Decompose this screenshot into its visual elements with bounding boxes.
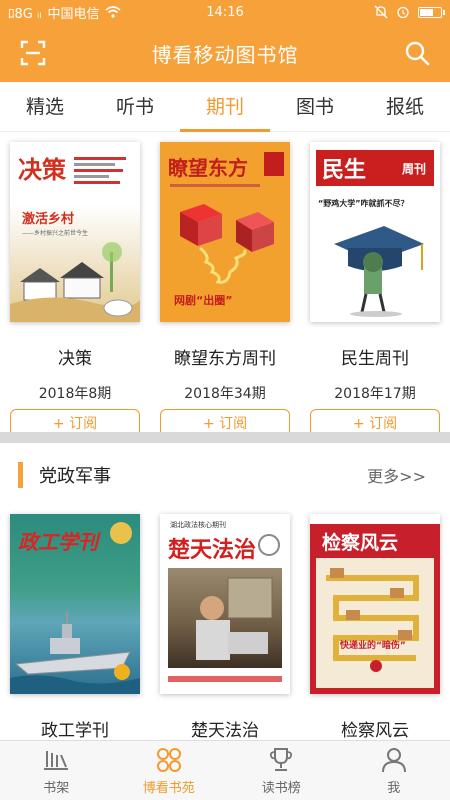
cover-emblem (258, 534, 280, 556)
cover-issue-badge (114, 664, 130, 680)
cover-line (170, 184, 260, 187)
section-magazine-grid: 政工学刊 政工学刊 湖北政法核心期刊 楚天法治 楚天法治 检察风云 快递业的“暗… (0, 514, 450, 741)
cover-title: 政工学刊 (18, 530, 98, 554)
status-bar: ﾛ8G ᵢₗ 中国电信 14:16 (0, 0, 450, 24)
cover-emblem (110, 522, 132, 544)
magazine-name[interactable]: 决策 (58, 344, 92, 369)
clover-icon (156, 748, 181, 772)
magazine-issue: 2018年17期 (334, 386, 416, 402)
nav-reading-ranking[interactable]: 读书榜 (225, 741, 338, 800)
search-icon[interactable] (404, 40, 430, 66)
cover-title: 民生 (322, 158, 367, 183)
magazine-card[interactable]: 瞭望东方 网剧“出圈” 瞭望东方周刊 2018年34期 + 订阅 (160, 142, 290, 437)
magazine-cover[interactable]: 政工学刊 (10, 514, 140, 694)
cover-title: 瞭望东方 (168, 156, 248, 180)
cover-headline: “野鸡大学”咋就抓不尽？ (318, 199, 409, 208)
cover-header: 湖北政法核心期刊 (170, 521, 226, 529)
section-title: 党政军事 (39, 466, 111, 487)
cover-top-strip (310, 514, 440, 524)
carrier-name: 中国电信 (47, 6, 100, 22)
person-icon (381, 748, 406, 773)
more-link[interactable]: 更多>> (367, 463, 426, 487)
section-divider (0, 432, 450, 443)
cover-headline: 激活乡村 (22, 212, 75, 227)
alarm-icon (397, 6, 409, 19)
nav-bookshelf[interactable]: 书架 (0, 741, 113, 800)
officer-illustration (196, 577, 273, 660)
featured-magazine-grid: 决策 激活乡村 ——乡村振兴之前世今生 决策 2018年8期 + 订阅 瞭望东方… (0, 142, 450, 437)
section-accent-bar (18, 462, 23, 488)
tab-periodicals[interactable]: 期刊 (180, 82, 270, 132)
magazine-card[interactable]: 湖北政法核心期刊 楚天法治 楚天法治 (160, 514, 290, 741)
nav-bokan-library[interactable]: 博看书苑 (113, 741, 226, 800)
cover-issue-box (264, 152, 284, 176)
bookshelf-icon (44, 751, 69, 770)
signal-indicator: ﾛ8G ᵢₗ (8, 6, 42, 22)
app-bar: 博看移动图书馆 (0, 24, 450, 82)
cover-title: 决策 (18, 156, 66, 184)
delivery-illustration (326, 568, 419, 672)
nav-label: 我 (387, 781, 401, 796)
magazine-issue: 2018年8期 (38, 386, 112, 402)
cover-badge: 周刊 (401, 162, 426, 176)
cover-panel (316, 558, 434, 688)
section-header: 党政军事 更多>> (0, 443, 450, 507)
cover-bottom-line (168, 676, 282, 682)
nav-label: 书架 (43, 781, 70, 796)
cover-title: 检察风云 (322, 532, 399, 554)
tab-newspapers[interactable]: 报纸 (360, 82, 450, 132)
wifi-icon (105, 6, 122, 18)
tab-audiobooks[interactable]: 听书 (90, 82, 180, 132)
magazine-cover[interactable]: 检察风云 快递业的“暗伤” (310, 514, 440, 694)
magazine-card[interactable]: 检察风云 快递业的“暗伤” 检察风云 (310, 514, 440, 741)
cover-headline: 快递业的“暗伤” (340, 641, 406, 651)
magazine-name[interactable]: 政工学刊 (41, 716, 109, 741)
magazine-cover[interactable]: 湖北政法核心期刊 楚天法治 (160, 514, 290, 694)
cover-photo (168, 568, 282, 668)
magazine-name[interactable]: 民生周刊 (341, 344, 409, 369)
cover-lines (74, 154, 132, 187)
magazine-card[interactable]: 政工学刊 政工学刊 (10, 514, 140, 741)
magazine-cover[interactable]: 瞭望东方 网剧“出圈” (160, 142, 290, 322)
cover-title: 楚天法治 (168, 538, 257, 563)
nav-me[interactable]: 我 (338, 741, 450, 800)
magazine-card[interactable]: 民生 周刊 “野鸡大学”咋就抓不尽？ 民生周刊 2018年17期 + 订阅 (310, 142, 440, 437)
app-title: 博看移动图书馆 (151, 42, 299, 67)
magazine-issue: 2018年34期 (184, 386, 266, 402)
trophy-icon (270, 748, 293, 771)
magazine-cover[interactable]: 民生 周刊 “野鸡大学”咋就抓不尽？ (310, 142, 440, 322)
cube-illustration (180, 204, 274, 284)
tab-featured[interactable]: 精选 (0, 82, 90, 132)
magazine-card[interactable]: 决策 激活乡村 ——乡村振兴之前世今生 决策 2018年8期 + 订阅 (10, 142, 140, 437)
cover-headline: 网剧“出圈” (174, 294, 233, 307)
magazine-name[interactable]: 瞭望东方周刊 (174, 344, 276, 369)
tab-books[interactable]: 图书 (270, 82, 360, 132)
cover-subheadline: ——乡村振兴之前世今生 (22, 230, 89, 237)
nav-label: 博看书苑 (142, 781, 195, 796)
battery-icon (418, 6, 445, 18)
category-tabs: 精选 听书 期刊 图书 报纸 (0, 82, 450, 132)
village-illustration (10, 242, 140, 322)
nav-label: 读书榜 (261, 781, 301, 796)
cap-character-illustration (334, 226, 424, 317)
magazine-name[interactable]: 检察风云 (341, 716, 409, 741)
magazine-cover[interactable]: 决策 激活乡村 ——乡村振兴之前世今生 (10, 142, 140, 322)
bottom-navigation: 书架 博看书苑 读书榜 我 (0, 740, 450, 800)
mute-bell-icon (374, 5, 388, 19)
magazine-name[interactable]: 楚天法治 (191, 716, 259, 741)
scan-icon[interactable] (20, 40, 46, 66)
